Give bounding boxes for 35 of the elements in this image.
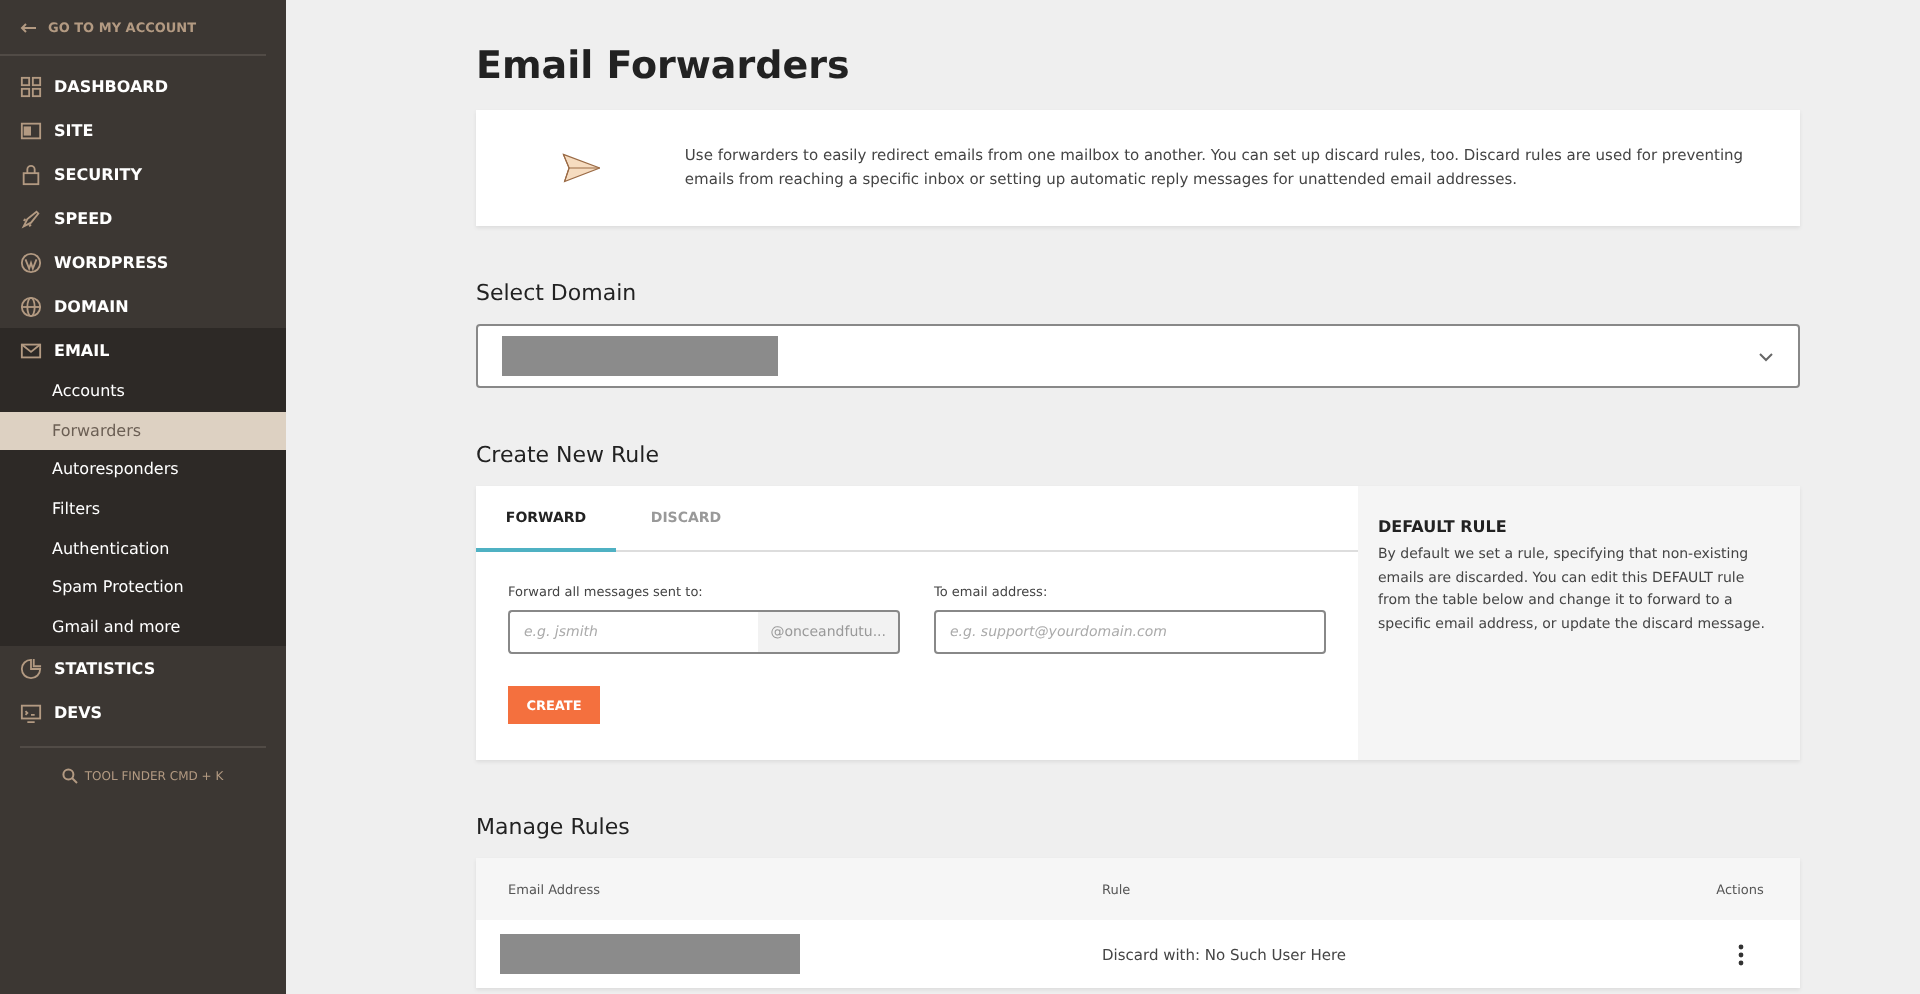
nav-subitem[interactable]: Accounts: [0, 372, 286, 412]
grid-icon: [20, 75, 42, 97]
mail-icon: [20, 339, 42, 361]
nav-subitem[interactable]: Spam Protection: [0, 567, 286, 608]
section-heading: Select Domain: [476, 280, 639, 306]
nav-item[interactable]: EMAIL: [0, 328, 286, 372]
rocket-icon: [20, 207, 42, 229]
nav-item[interactable]: WORDPRESS: [0, 240, 286, 284]
globe-icon: [20, 295, 42, 317]
section-heading: Create New Rule: [476, 442, 661, 468]
nav-subitem[interactable]: Filters: [0, 489, 286, 529]
section-heading: Manage Rules: [476, 814, 632, 840]
chevron-down-icon: [1758, 351, 1774, 361]
nav-item[interactable]: STATISTICS: [0, 646, 286, 691]
nav-subitem[interactable]: Forwarders: [0, 411, 286, 451]
more-options-icon[interactable]: [1733, 939, 1747, 969]
search-icon: [62, 768, 79, 785]
nav-subitem[interactable]: Gmail and more: [0, 607, 286, 647]
panel-title: DEFAULT RULE: [1378, 518, 1509, 536]
wordpress-icon: [20, 251, 42, 273]
domain-select[interactable]: [476, 324, 1800, 388]
arrow-left-icon: [20, 22, 36, 34]
nav-item[interactable]: SITE: [0, 108, 286, 152]
nav-item[interactable]: DASHBOARD: [0, 64, 286, 108]
nav-subitem[interactable]: Autoresponders: [0, 450, 286, 490]
nav-item[interactable]: DOMAIN: [0, 284, 286, 328]
window-icon: [20, 119, 42, 141]
nav-item[interactable]: SECURITY: [0, 152, 286, 196]
nav-item[interactable]: SPEED: [0, 196, 286, 240]
lock-icon: [20, 163, 42, 185]
page-title: Email Forwarders: [476, 44, 852, 88]
nav-subitem[interactable]: Authentication: [0, 528, 286, 568]
pie-chart-icon: [20, 657, 42, 680]
nav-item[interactable]: DEVS: [0, 690, 286, 735]
monitor-icon: [20, 701, 42, 724]
